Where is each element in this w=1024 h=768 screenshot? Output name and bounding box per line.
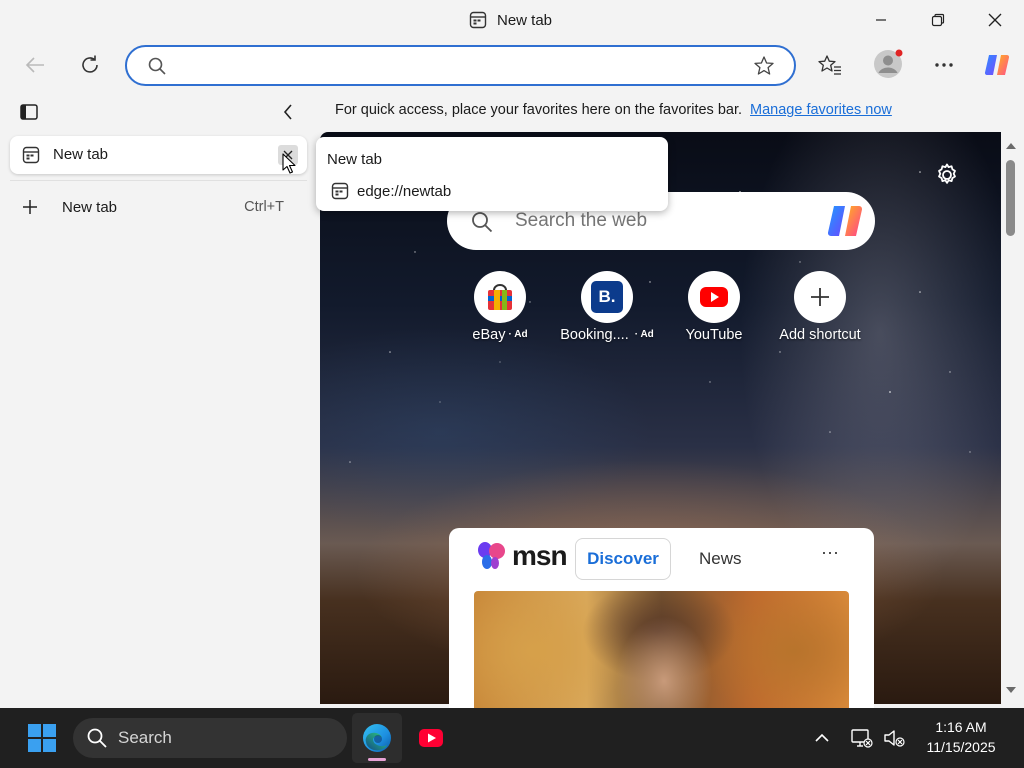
plus-icon: [794, 271, 846, 323]
refresh-icon: [82, 55, 98, 73]
add-shortcut-button[interactable]: Add shortcut: [765, 270, 875, 350]
shortcut-tile[interactable]: eBay · Ad: [445, 270, 555, 350]
hover-card-title: New tab: [327, 151, 383, 168]
tab-page-icon: [469, 11, 487, 29]
speaker-muted-icon: [884, 730, 905, 747]
favorites-bar-message: For quick access, place your favorites h…: [335, 102, 743, 118]
vertical-tabs-pane: [0, 92, 320, 708]
favorites-button[interactable]: [813, 48, 847, 82]
web-search-input[interactable]: [515, 210, 815, 232]
search-icon: [86, 727, 108, 749]
shortcut-tile[interactable]: B. Booking.... · Ad: [552, 270, 662, 350]
vertical-tab-item[interactable]: New tab: [10, 136, 307, 174]
msn-wordmark: msn: [512, 540, 568, 571]
scroll-down-arrow-icon[interactable]: [1005, 686, 1017, 694]
star-icon: [754, 56, 774, 75]
copilot-icon: [984, 54, 1010, 76]
page-settings-button[interactable]: [930, 158, 964, 192]
shortcut-label: eBay: [472, 327, 506, 343]
feed-more-options[interactable]: ···: [821, 542, 839, 563]
tab-discover[interactable]: Discover: [575, 538, 671, 580]
scroll-thumb[interactable]: [1006, 160, 1015, 236]
address-input[interactable]: [173, 55, 733, 77]
network-icon: [851, 729, 873, 748]
gear-icon: [938, 163, 956, 184]
favorites-bar: For quick access, place your favorites h…: [320, 96, 1024, 124]
close-window-button[interactable]: [966, 0, 1024, 40]
hover-card-url: edge://newtab: [357, 182, 452, 200]
restore-icon: [931, 13, 945, 27]
msn-butterfly-icon: [478, 542, 505, 569]
new-tab-shortcut: Ctrl+T: [244, 199, 284, 215]
tab-actions-button[interactable]: [17, 100, 41, 124]
start-button[interactable]: [22, 718, 62, 758]
taskbar-youtube-button[interactable]: [410, 718, 452, 758]
copilot-button[interactable]: [980, 48, 1014, 82]
tab-hover-card: New tab edge://newtab: [316, 137, 668, 211]
manage-favorites-link[interactable]: Manage favorites now: [750, 102, 892, 118]
mouse-cursor-icon: [282, 153, 296, 175]
tab-actions-icon: [20, 104, 38, 120]
booking-logo: B.: [591, 281, 623, 313]
taskbar-edge-button[interactable]: [352, 713, 402, 763]
divider: [10, 180, 307, 181]
window-title: New tab: [469, 10, 552, 30]
more-horizontal-icon: [935, 63, 953, 67]
chevron-left-icon: [283, 104, 292, 120]
feed-article-image[interactable]: [474, 591, 849, 708]
address-bar[interactable]: [125, 45, 796, 86]
new-tab-button[interactable]: New tab Ctrl+T: [10, 192, 307, 222]
youtube-icon: [419, 729, 443, 747]
tab-page-icon: [22, 146, 40, 164]
network-status-button[interactable]: [847, 724, 875, 752]
favorites-list-icon: [818, 55, 841, 75]
taskbar-search-box[interactable]: Search: [73, 718, 347, 758]
booking-icon: B.: [581, 271, 633, 323]
clock-time: 1:16 AM: [935, 719, 987, 735]
active-app-indicator: [368, 758, 386, 761]
refresh-button[interactable]: [73, 48, 107, 82]
plus-icon: [22, 199, 38, 215]
minimize-icon: [876, 19, 886, 21]
msn-feed-card: msn Discover News ···: [449, 528, 874, 708]
taskbar-search-label: Search: [118, 728, 172, 747]
page-scrollbar[interactable]: [1001, 132, 1024, 704]
ad-badge: · Ad: [634, 329, 654, 340]
close-icon: [988, 13, 1002, 27]
ad-badge: · Ad: [508, 329, 528, 340]
tab-news[interactable]: News: [699, 549, 742, 569]
youtube-icon: [688, 271, 740, 323]
scroll-up-arrow-icon[interactable]: [1005, 142, 1017, 150]
copilot-icon[interactable]: [825, 202, 865, 240]
clock-date: 11/15/2025: [926, 739, 996, 755]
msn-logo[interactable]: msn: [476, 540, 568, 572]
show-hidden-icons-button[interactable]: [808, 724, 836, 752]
restore-button[interactable]: [909, 0, 967, 40]
settings-more-button[interactable]: [927, 48, 961, 82]
shortcut-label: YouTube: [685, 327, 743, 343]
shortcut-label: Add shortcut: [779, 327, 861, 343]
back-arrow-icon: [25, 57, 44, 73]
window-title-text: New tab: [497, 11, 553, 29]
shortcut-tile[interactable]: YouTube: [659, 270, 769, 350]
chevron-up-icon: [815, 733, 829, 742]
volume-button[interactable]: [880, 724, 908, 752]
windows-logo-icon: [28, 724, 56, 752]
shortcut-label: Booking....: [560, 327, 629, 343]
back-button[interactable]: [18, 48, 52, 82]
system-clock[interactable]: 1:16 AM 11/15/2025: [905, 717, 1017, 757]
tab-label: New tab: [53, 146, 109, 163]
minimize-button[interactable]: [852, 0, 910, 40]
favorite-star-button[interactable]: [753, 55, 775, 77]
avatar-icon: [874, 49, 903, 78]
edge-icon: [363, 724, 391, 752]
search-icon: [147, 56, 167, 76]
search-icon: [470, 210, 494, 234]
profile-button[interactable]: [871, 47, 905, 81]
tab-page-icon: [331, 182, 349, 200]
collapse-pane-button[interactable]: [276, 100, 300, 124]
new-tab-label: New tab: [62, 198, 118, 216]
ebay-bag-icon: [474, 271, 526, 323]
